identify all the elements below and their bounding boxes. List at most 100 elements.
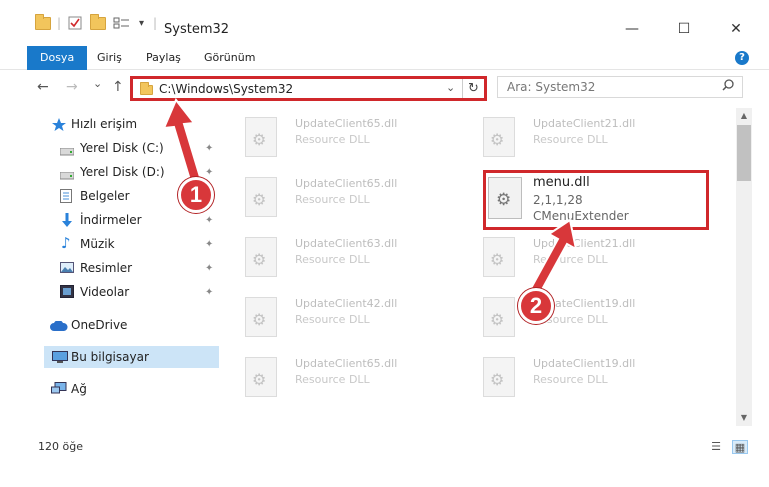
downloads-icon xyxy=(61,213,75,227)
file-item[interactable]: UpdateClient19.dllResource DLL xyxy=(483,297,683,347)
help-button[interactable]: ? xyxy=(735,51,749,65)
separator: | xyxy=(153,16,158,30)
search-placeholder: Ara: System32 xyxy=(507,80,596,94)
network-icon xyxy=(51,382,67,394)
sidebar-item-disk-c[interactable]: Yerel Disk (C:) ✦ xyxy=(0,137,220,159)
pictures-icon xyxy=(60,262,74,274)
file-name: UpdateClient65.dll xyxy=(295,117,398,130)
dll-file-icon xyxy=(483,117,515,157)
file-description: CMenuExtender xyxy=(533,209,629,223)
dll-file-icon xyxy=(245,117,277,157)
new-folder-icon[interactable] xyxy=(90,13,106,33)
window-title: System32 xyxy=(164,22,230,37)
step-1-badge: 1 xyxy=(178,177,214,213)
sidebar-item-label: Hızlı erişim xyxy=(71,117,138,131)
file-item[interactable]: UpdateClient42.dll Resource DLL xyxy=(245,297,445,347)
customize-toolbar-icon[interactable]: ▾ xyxy=(139,13,144,33)
vertical-scrollbar[interactable]: ▲ ▼ xyxy=(736,108,752,426)
folder-icon xyxy=(140,82,153,95)
file-item[interactable]: UpdateClient21.dll Resource DLL xyxy=(483,117,683,167)
dll-file-icon xyxy=(245,297,277,337)
pin-icon: ✦ xyxy=(205,286,214,298)
file-item[interactable]: UpdateClient65.dll Resource DLL xyxy=(245,117,445,167)
file-name: UpdateClient65.dll xyxy=(295,177,398,190)
file-description: Resource DLL xyxy=(295,193,370,206)
large-icons-view-button[interactable]: ▦ xyxy=(732,440,748,454)
sidebar-item-this-pc[interactable]: Bu bilgisayar xyxy=(44,346,219,368)
recent-locations-button[interactable]: ⌄ xyxy=(93,77,102,90)
title-bar: | ▾ | System32 — ☐ ✕ xyxy=(0,0,769,44)
tab-giris[interactable]: Giriş xyxy=(97,46,122,70)
file-name: UpdateClient63.dll xyxy=(295,237,398,250)
sidebar-item-label: İndirmeler xyxy=(80,213,142,227)
file-item[interactable]: UpdateClient21.dll Resource DLL xyxy=(483,237,683,287)
dll-file-icon xyxy=(483,297,515,337)
file-item[interactable]: UpdateClient63.dll Resource DLL xyxy=(245,237,445,287)
sidebar-item-label: Müzik xyxy=(80,237,115,251)
dll-file-icon xyxy=(245,237,277,277)
scroll-thumb[interactable] xyxy=(737,125,751,181)
sidebar-item-network[interactable]: Ağ xyxy=(0,378,220,400)
sidebar-item-label: Resimler xyxy=(80,261,133,275)
file-name: UpdateClient21.dll xyxy=(533,117,636,130)
sidebar-item-quick-access[interactable]: Hızlı erişim xyxy=(0,113,220,135)
tab-dosya[interactable]: Dosya xyxy=(27,46,88,70)
up-button[interactable]: ↑ xyxy=(112,79,124,95)
file-name: UpdateClient21.dll xyxy=(533,237,636,250)
sidebar-item-label: Belgeler xyxy=(80,189,130,203)
dll-file-icon xyxy=(245,177,277,217)
sidebar-item-pictures[interactable]: Resimler ✦ xyxy=(0,257,220,279)
sidebar-item-downloads[interactable]: İndirmeler ✦ xyxy=(0,209,220,231)
pin-icon: ✦ xyxy=(205,238,214,250)
documents-icon xyxy=(60,189,74,203)
videos-icon xyxy=(60,285,74,298)
file-description: Resource DLL xyxy=(533,133,608,146)
file-description: Resource DLL xyxy=(295,253,370,266)
properties-icon[interactable] xyxy=(68,13,82,33)
tab-gorunum[interactable]: Görünüm xyxy=(204,46,255,70)
forward-button[interactable]: → xyxy=(66,79,78,95)
file-description: Resource DLL xyxy=(295,373,370,386)
file-item[interactable]: UpdateClient19.dllResource DLL xyxy=(483,357,683,407)
sidebar-item-label: Videolar xyxy=(80,285,130,299)
dll-file-icon xyxy=(483,237,515,277)
file-version: 2,1,1,28 xyxy=(533,193,583,207)
ribbon-tabs: Dosya Giriş Paylaş Görünüm ? xyxy=(0,46,769,70)
dll-file-icon xyxy=(245,357,277,397)
file-item[interactable]: UpdateClient65.dll Resource DLL xyxy=(245,357,445,407)
minimize-button[interactable]: — xyxy=(609,14,655,44)
view-options-icon[interactable] xyxy=(113,13,131,33)
scroll-up-arrow[interactable]: ▲ xyxy=(736,108,752,124)
file-name: UpdateClient42.dll xyxy=(295,297,398,310)
music-icon: ♪ xyxy=(61,234,71,252)
file-description: Resource DLL xyxy=(533,253,608,266)
file-description: Resource DLL xyxy=(295,313,370,326)
details-view-button[interactable]: ☰ xyxy=(708,440,724,454)
search-input[interactable]: Ara: System32 xyxy=(497,76,743,98)
sidebar-item-label: Ağ xyxy=(71,382,87,396)
sidebar-item-onedrive[interactable]: OneDrive xyxy=(0,314,220,336)
sidebar-item-videos[interactable]: Videolar ✦ xyxy=(0,281,220,303)
tab-paylas[interactable]: Paylaş xyxy=(146,46,181,70)
item-count: 120 öğe xyxy=(38,440,83,453)
file-name: UpdateClient65.dll xyxy=(295,357,398,370)
pin-icon: ✦ xyxy=(205,166,214,178)
file-item-menu-dll[interactable]: menu.dll 2,1,1,28 CMenuExtender xyxy=(483,170,709,230)
refresh-button[interactable]: ↻ xyxy=(462,79,484,98)
close-button[interactable]: ✕ xyxy=(713,14,759,44)
address-dropdown-button[interactable]: ⌄ xyxy=(446,81,455,94)
address-bar[interactable]: C:\Windows\System32 ⌄ ↻ xyxy=(130,76,487,101)
computer-icon xyxy=(52,351,68,363)
scroll-down-arrow[interactable]: ▼ xyxy=(736,410,752,426)
file-item[interactable]: UpdateClient65.dll Resource DLL xyxy=(245,177,445,227)
maximize-button[interactable]: ☐ xyxy=(661,14,707,44)
pin-icon: ✦ xyxy=(205,142,214,154)
dll-file-icon xyxy=(488,177,522,219)
sidebar-item-music[interactable]: ♪ Müzik ✦ xyxy=(0,233,220,255)
file-name: menu.dll xyxy=(533,175,590,190)
separator: | xyxy=(57,16,62,30)
drive-icon xyxy=(59,145,75,157)
dll-file-icon xyxy=(483,357,515,397)
drive-icon xyxy=(59,169,75,181)
back-button[interactable]: ← xyxy=(37,79,49,95)
